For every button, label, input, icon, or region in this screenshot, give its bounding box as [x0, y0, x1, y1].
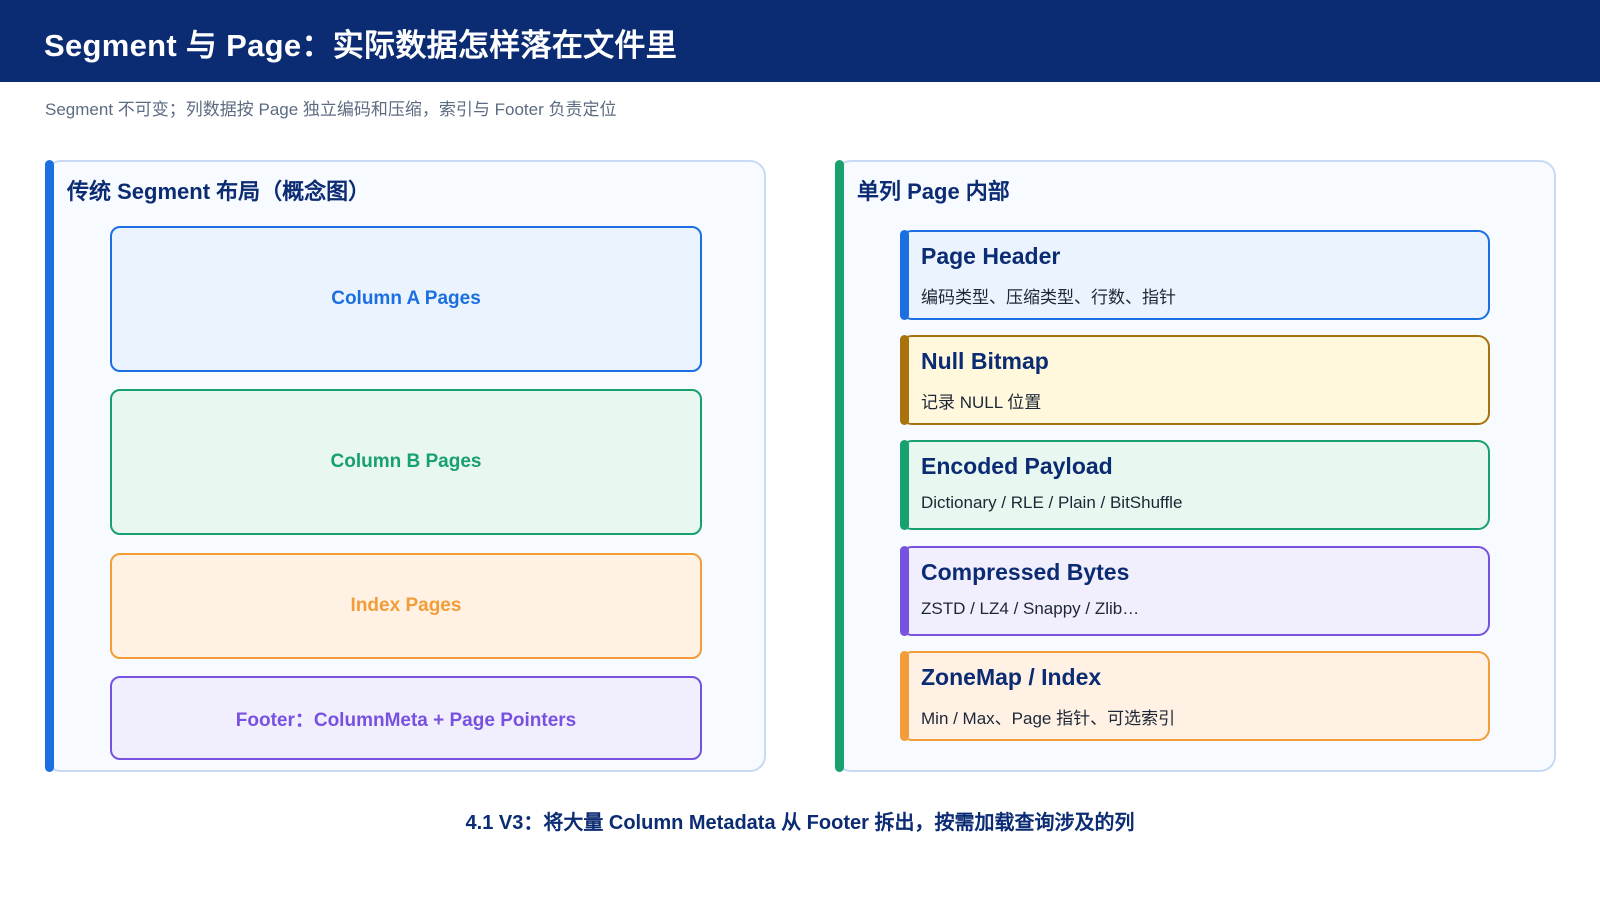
page-title: Segment 与 Page：实际数据怎样落在文件里: [44, 28, 678, 63]
panel-accent-bar: [835, 160, 844, 772]
card-description: 记录 NULL 位置: [921, 393, 1042, 412]
page-subtitle: Segment 不可变；列数据按 Page 独立编码和压缩，索引与 Footer…: [45, 100, 617, 119]
page-header-card: Page Header 编码类型、压缩类型、行数、指针: [900, 230, 1490, 320]
page-internals-panel: 单列 Page 内部 Page Header 编码类型、压缩类型、行数、指针 N…: [835, 160, 1556, 772]
column-a-pages-block: Column A Pages: [110, 226, 702, 372]
column-b-pages-label: Column B Pages: [330, 451, 482, 472]
header-bar: Segment 与 Page：实际数据怎样落在文件里: [0, 0, 1600, 82]
card-description: 编码类型、压缩类型、行数、指针: [921, 288, 1176, 307]
figure-caption: 4.1 V3：将大量 Column Metadata 从 Footer 拆出，按…: [465, 812, 1135, 834]
card-accent-bar: [900, 546, 909, 636]
page-internals-title: 单列 Page 内部: [857, 179, 1010, 204]
card-accent-bar: [900, 335, 909, 425]
null-bitmap-card: Null Bitmap 记录 NULL 位置: [900, 335, 1490, 425]
encoded-payload-card: Encoded Payload Dictionary / RLE / Plain…: [900, 440, 1490, 530]
column-a-pages-label: Column A Pages: [331, 288, 481, 309]
compressed-bytes-card: Compressed Bytes ZSTD / LZ4 / Snappy / Z…: [900, 546, 1490, 636]
index-pages-block: Index Pages: [110, 553, 702, 659]
segment-layout-panel: 传统 Segment 布局（概念图） Column A Pages Column…: [45, 160, 766, 772]
segment-layout-title: 传统 Segment 布局（概念图）: [67, 179, 371, 204]
card-description: Dictionary / RLE / Plain / BitShuffle: [921, 493, 1183, 512]
card-accent-bar: [900, 651, 909, 741]
card-title: Page Header: [921, 243, 1061, 269]
panel-accent-bar: [45, 160, 54, 772]
card-title: Null Bitmap: [921, 348, 1049, 374]
card-title: Compressed Bytes: [921, 559, 1130, 585]
card-description: ZSTD / LZ4 / Snappy / Zlib…: [921, 599, 1140, 618]
footer-block: Footer：ColumnMeta + Page Pointers: [110, 676, 702, 760]
zonemap-index-card: ZoneMap / Index Min / Max、Page 指针、可选索引: [900, 651, 1490, 741]
card-title: ZoneMap / Index: [921, 664, 1102, 690]
card-accent-bar: [900, 230, 909, 320]
footer-block-label: Footer：ColumnMeta + Page Pointers: [235, 709, 577, 731]
card-title: Encoded Payload: [921, 453, 1113, 479]
card-accent-bar: [900, 440, 909, 530]
column-b-pages-block: Column B Pages: [110, 389, 702, 535]
card-description: Min / Max、Page 指针、可选索引: [921, 709, 1176, 728]
index-pages-label: Index Pages: [350, 595, 462, 616]
